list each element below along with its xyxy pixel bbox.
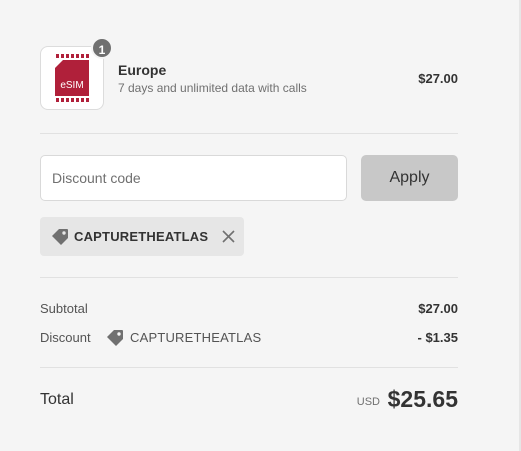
divider [40,133,458,134]
subtotal-value: $27.00 [418,301,458,316]
total-value: $25.65 [387,386,458,412]
applied-discount-chip: CAPTURETHEATLAS [40,217,244,256]
esim-card-icon: eSIM [55,54,89,102]
discount-value: - $1.35 [417,330,458,345]
quantity-badge: 1 [91,37,113,59]
tag-icon [107,330,123,346]
discount-label: Discount [40,330,91,345]
product-price: $27.00 [418,71,458,86]
discount-code: CAPTURETHEATLAS [130,330,262,345]
apply-button[interactable]: Apply [361,155,458,201]
product-description: 7 days and unlimited data with calls [118,81,307,95]
currency-code: USD [356,396,380,408]
esim-label: eSIM [60,80,83,91]
close-icon[interactable] [221,229,236,244]
divider [40,277,458,278]
divider [40,367,458,368]
discount-code-input[interactable] [40,155,347,201]
tag-icon [52,229,68,245]
product-name: Europe [118,62,167,78]
subtotal-label: Subtotal [40,301,88,316]
total-label: Total [40,391,74,408]
line-item: eSIM 1 Europe 7 days and unlimited data … [40,37,458,110]
applied-discount-code: CAPTURETHEATLAS [74,229,209,244]
